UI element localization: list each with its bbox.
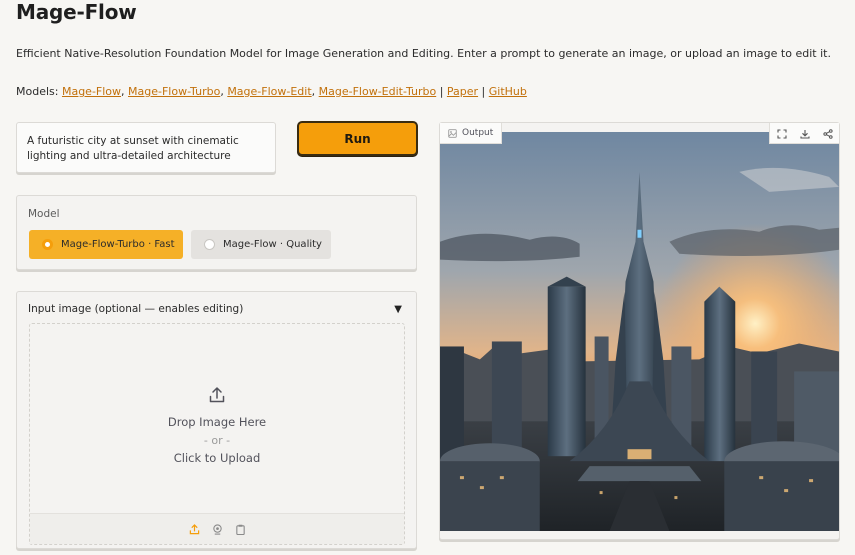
download-icon[interactable] <box>793 123 816 144</box>
models-prefix: Models: <box>16 85 59 98</box>
page-title: Mage-Flow <box>16 0 137 24</box>
webcam-icon[interactable] <box>212 523 223 535</box>
output-toolbar <box>769 123 839 144</box>
link-github[interactable]: GitHub <box>489 85 527 98</box>
upload-icon <box>209 387 225 403</box>
upload-icon[interactable] <box>189 523 200 535</box>
link-mage-flow-edit-turbo[interactable]: Mage-Flow-Edit-Turbo <box>319 85 437 98</box>
radio-unselected-icon <box>204 239 215 250</box>
link-mage-flow-turbo[interactable]: Mage-Flow-Turbo <box>128 85 220 98</box>
output-label-text: Output <box>462 128 494 138</box>
model-option-quality[interactable]: Mage-Flow · Quality <box>191 230 331 259</box>
models-links-row: Models: Mage-Flow, Mage-Flow-Turbo, Mage… <box>16 85 527 98</box>
fullscreen-icon[interactable] <box>770 123 793 144</box>
or-separator: - or - <box>203 434 231 447</box>
model-option-turbo[interactable]: Mage-Flow-Turbo · Fast <box>29 230 183 259</box>
model-option-label: Mage-Flow · Quality <box>223 239 322 250</box>
input-image-header[interactable]: Input image (optional — enables editing) <box>28 303 243 315</box>
upload-source-bar <box>30 513 404 544</box>
click-to-upload-text: Click to Upload <box>173 451 261 465</box>
model-selector-label: Model <box>28 208 60 220</box>
output-label: Output <box>440 123 503 144</box>
input-image-panel: Input image (optional — enables editing)… <box>16 291 417 549</box>
link-mage-flow-edit[interactable]: Mage-Flow-Edit <box>227 85 311 98</box>
prompt-input-value: A futuristic city at sunset with cinemat… <box>27 135 239 162</box>
image-icon <box>448 128 457 138</box>
model-option-label: Mage-Flow-Turbo · Fast <box>61 239 175 250</box>
link-paper[interactable]: Paper <box>447 85 478 98</box>
output-image <box>440 132 839 531</box>
radio-selected-icon <box>42 239 53 250</box>
run-button[interactable]: Run <box>297 121 418 156</box>
image-dropzone[interactable]: Drop Image Here - or - Click to Upload <box>29 323 405 545</box>
prompt-input[interactable]: A futuristic city at sunset with cinemat… <box>16 122 276 173</box>
clipboard-icon[interactable] <box>235 524 246 535</box>
page-description: Efficient Native-Resolution Foundation M… <box>16 47 831 60</box>
collapse-caret-icon[interactable]: ▼ <box>394 304 402 315</box>
model-selector: Model Mage-Flow-Turbo · Fast Mage-Flow ·… <box>16 195 417 270</box>
output-panel: Output <box>439 122 840 540</box>
link-mage-flow[interactable]: Mage-Flow <box>62 85 121 98</box>
drop-image-text: Drop Image Here <box>167 415 267 429</box>
share-icon[interactable] <box>816 123 839 144</box>
